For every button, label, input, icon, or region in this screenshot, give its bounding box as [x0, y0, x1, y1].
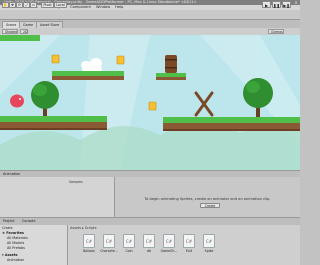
asset-label: Spike — [204, 249, 214, 253]
csharp-script-icon: C# — [143, 234, 155, 248]
coin-top — [116, 55, 125, 65]
samples-label: Samples — [69, 180, 83, 184]
csharp-script-icon: C# — [203, 234, 215, 248]
animation-panel-header: Animation — [0, 170, 300, 177]
play-icon[interactable]: ▶ — [262, 1, 271, 8]
left-platform — [0, 116, 107, 130]
pause-icon[interactable]: ❚❚ — [272, 1, 281, 8]
csharp-script-icon: C# — [183, 234, 195, 248]
tree-animation[interactable]: Animation — [7, 258, 24, 263]
breadcrumb[interactable]: Assets ▸ Scripts — [70, 226, 97, 230]
tab-game[interactable]: Game — [19, 21, 38, 28]
tab-console[interactable]: Console — [22, 218, 35, 225]
create-dropdown[interactable]: Create — [2, 226, 13, 230]
gizmos-dropdown[interactable]: Gizmos — [268, 29, 284, 34]
tab-scene[interactable]: Scene — [2, 21, 21, 28]
animation-empty-message: To begin animating Sprites, create an an… — [144, 197, 271, 201]
csharp-script-icon: C# — [103, 234, 115, 248]
project-panel-header: Project Console — [0, 217, 300, 225]
asset-item[interactable]: C# Spike — [200, 234, 218, 262]
rect-tool-button[interactable]: ▭ — [30, 2, 37, 8]
left-tree — [31, 81, 59, 117]
barrel-platform — [156, 73, 186, 80]
csharp-script-icon: C# — [123, 234, 135, 248]
shading-mode-dropdown[interactable]: Shaded — [2, 29, 18, 34]
2d-toggle[interactable]: 2D — [20, 29, 28, 34]
asset-label: Balloon — [83, 249, 95, 253]
step-icon[interactable]: ▶❚ — [282, 1, 291, 8]
tab-project[interactable]: Project — [3, 218, 15, 225]
right-tree — [243, 78, 273, 117]
local-toggle[interactable]: Local — [54, 2, 67, 8]
create-animation-button[interactable]: Create — [200, 203, 220, 208]
tree-all-prefabs[interactable]: All Prefabs — [7, 246, 25, 251]
player-character — [10, 94, 24, 108]
csharp-script-icon: C# — [83, 234, 95, 248]
toolbar — [0, 10, 300, 20]
asset-item[interactable]: C# Characte... — [100, 234, 118, 262]
asset-item[interactable]: C# Coin — [120, 234, 138, 262]
asset-label: Characte... — [100, 249, 118, 253]
asset-item[interactable]: C# db — [140, 234, 158, 262]
coin-mid — [51, 54, 60, 64]
top-grass-strip — [0, 35, 40, 41]
move-tool-button[interactable]: ✥ — [9, 2, 16, 8]
coin-right — [148, 101, 157, 111]
asset-label: db — [146, 249, 152, 253]
asset-label: Exit — [185, 249, 193, 253]
play-controls: ▶ ❚❚ ▶❚ — [262, 1, 291, 8]
right-platform — [163, 117, 300, 131]
barrel — [165, 55, 177, 73]
asset-label: GameCh... — [160, 249, 178, 253]
asset-item[interactable]: C# Exit — [180, 234, 198, 262]
hand-tool-button[interactable]: ✋ — [2, 2, 9, 8]
csharp-script-icon: C# — [163, 234, 175, 248]
pivot-toggle[interactable]: Pivot — [41, 2, 54, 8]
animation-properties-panel: Samples — [0, 177, 115, 217]
tab-asset-store[interactable]: Asset Store — [36, 21, 64, 28]
asset-label: Coin — [125, 249, 133, 253]
scene-view[interactable] — [0, 35, 300, 170]
upper-platform — [52, 71, 124, 80]
crossed-sign — [194, 91, 214, 117]
asset-item[interactable]: C# Balloon — [80, 234, 98, 262]
project-folder-tree: Create ★ Favorites All Materials All Mod… — [0, 225, 68, 265]
scale-tool-button[interactable]: ⤢ — [23, 2, 30, 8]
rotate-tool-button[interactable]: ⟳ — [16, 2, 23, 8]
asset-item[interactable]: C# GameCh... — [160, 234, 178, 262]
